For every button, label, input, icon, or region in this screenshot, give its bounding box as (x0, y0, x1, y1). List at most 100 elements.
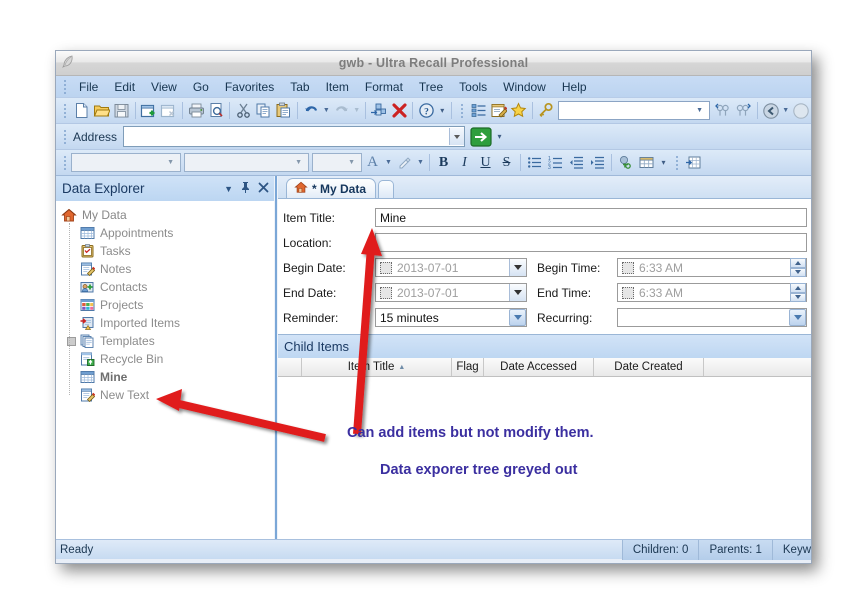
end-date-checkbox[interactable] (380, 286, 392, 299)
menu-file[interactable]: File (71, 78, 106, 96)
menu-favorites[interactable]: Favorites (217, 78, 282, 96)
insert-field-icon[interactable] (683, 152, 704, 173)
dropdown-menu-icon[interactable]: ▼ (224, 184, 233, 194)
copy-icon[interactable] (254, 100, 274, 122)
search-key-icon[interactable] (536, 100, 556, 122)
tree-expander-templates[interactable] (64, 332, 79, 350)
menubar-gripper[interactable] (61, 79, 68, 95)
begin-time-checkbox[interactable] (622, 261, 634, 274)
help-icon[interactable]: ? (416, 100, 436, 122)
highlight-color-dropdown-icon[interactable]: ▼ (415, 152, 426, 174)
back-dropdown-icon[interactable]: ▼ (781, 100, 791, 122)
toolbar-overflow-button[interactable]: ▾ (436, 100, 448, 122)
tree-item-new-text[interactable]: New Text (56, 386, 274, 404)
tree-item-tasks[interactable]: Tasks (56, 242, 274, 260)
begin-time-input[interactable]: 6:33 AM (617, 258, 807, 277)
font-color-icon[interactable]: A (362, 152, 383, 173)
begin-date-input[interactable]: 2013-07-01 (375, 258, 527, 277)
font-family-dropdown-icon[interactable]: ▼ (167, 159, 178, 166)
open-folder-icon[interactable] (91, 100, 111, 122)
menu-view[interactable]: View (143, 78, 185, 96)
tree-expander[interactable] (64, 296, 79, 314)
tree-expander[interactable] (64, 386, 79, 404)
delete-icon[interactable] (389, 100, 409, 122)
print-icon[interactable] (186, 100, 206, 122)
begin-date-dropdown-icon[interactable] (509, 259, 526, 276)
tree-expander[interactable] (64, 278, 79, 296)
address-gripper[interactable] (61, 129, 68, 145)
column-header-item-title[interactable]: Item Title ▲ (302, 358, 452, 376)
menu-tools[interactable]: Tools (451, 78, 495, 96)
redo-dropdown-icon[interactable]: ▼ (352, 100, 362, 122)
list-view-icon[interactable] (468, 100, 488, 122)
menu-tab[interactable]: Tab (282, 78, 317, 96)
undo-icon[interactable] (301, 100, 321, 122)
find-next-icon[interactable] (733, 100, 753, 122)
toolbar-gripper[interactable] (61, 103, 68, 119)
tree-expander[interactable] (64, 242, 79, 260)
pin-icon[interactable] (240, 180, 251, 198)
bullet-list-icon[interactable] (524, 152, 545, 173)
search-dropdown-icon[interactable]: ▼ (696, 107, 707, 114)
link-item-icon[interactable] (369, 100, 389, 122)
address-go-button[interactable] (469, 126, 493, 148)
insert-table-icon[interactable] (636, 152, 657, 173)
tree-item-imported-items[interactable]: Imported Items (56, 314, 274, 332)
increase-indent-icon[interactable] (587, 152, 608, 173)
tab-my-data[interactable]: * My Data (286, 178, 377, 198)
font-size-select[interactable]: ▼ (312, 153, 362, 172)
close-icon[interactable] (258, 180, 269, 198)
begin-time-spinner[interactable] (790, 258, 806, 277)
bold-icon[interactable]: B (433, 152, 454, 173)
font-family-select[interactable]: ▼ (71, 153, 181, 172)
address-input[interactable] (123, 126, 466, 147)
forward-icon[interactable] (791, 100, 811, 122)
item-title-input[interactable]: Mine (375, 208, 807, 227)
menu-go[interactable]: Go (185, 78, 217, 96)
format-overflow-button[interactable]: ▾ (657, 152, 670, 174)
end-date-input[interactable]: 2013-07-01 (375, 283, 527, 302)
redo-icon[interactable] (331, 100, 351, 122)
child-items-grid[interactable] (278, 377, 811, 539)
location-input[interactable] (375, 233, 807, 252)
end-time-spinner[interactable] (790, 283, 806, 302)
tree-item-recycle-bin[interactable]: Recycle Bin (56, 350, 274, 368)
column-header-flag[interactable]: Flag (452, 358, 484, 376)
paste-icon[interactable] (274, 100, 294, 122)
reminder-input[interactable]: 15 minutes (375, 308, 527, 327)
tree-expander[interactable] (64, 224, 79, 242)
tree-item-templates[interactable]: Templates (56, 332, 274, 350)
tree-item-appointments[interactable]: Appointments (56, 224, 274, 242)
tree-item-contacts[interactable]: Contacts (56, 278, 274, 296)
back-icon[interactable] (760, 100, 780, 122)
tree-item-notes[interactable]: Notes (56, 260, 274, 278)
italic-icon[interactable]: I (454, 152, 475, 173)
strikethrough-icon[interactable]: S (496, 152, 517, 173)
menu-edit[interactable]: Edit (106, 78, 143, 96)
underline-icon[interactable]: U (475, 152, 496, 173)
favorite-star-icon[interactable] (509, 100, 529, 122)
begin-date-checkbox[interactable] (380, 261, 392, 274)
print-preview-icon[interactable] (206, 100, 226, 122)
menu-item[interactable]: Item (318, 78, 357, 96)
recurring-dropdown-icon[interactable] (789, 309, 806, 326)
hyperlink-icon[interactable] (615, 152, 636, 173)
address-input-field[interactable] (124, 128, 450, 145)
font-style-dropdown-icon[interactable]: ▼ (295, 159, 306, 166)
tree-expander[interactable] (64, 368, 79, 386)
tree-item-projects[interactable]: Projects (56, 296, 274, 314)
reminder-dropdown-icon[interactable] (509, 309, 526, 326)
column-header-date-created[interactable]: Date Created (594, 358, 704, 376)
decrease-indent-icon[interactable] (566, 152, 587, 173)
search-input[interactable]: ▼ (558, 101, 711, 120)
font-color-dropdown-icon[interactable]: ▼ (383, 152, 394, 174)
new-document-icon[interactable] (71, 100, 91, 122)
address-dropdown-icon[interactable] (449, 128, 465, 145)
cut-icon[interactable] (233, 100, 253, 122)
extra-toolbar-gripper[interactable] (673, 155, 680, 171)
tree-expander[interactable] (64, 350, 79, 368)
end-date-dropdown-icon[interactable] (509, 284, 526, 301)
recurring-input[interactable] (617, 308, 807, 327)
save-icon[interactable] (111, 100, 131, 122)
menu-help[interactable]: Help (554, 78, 595, 96)
